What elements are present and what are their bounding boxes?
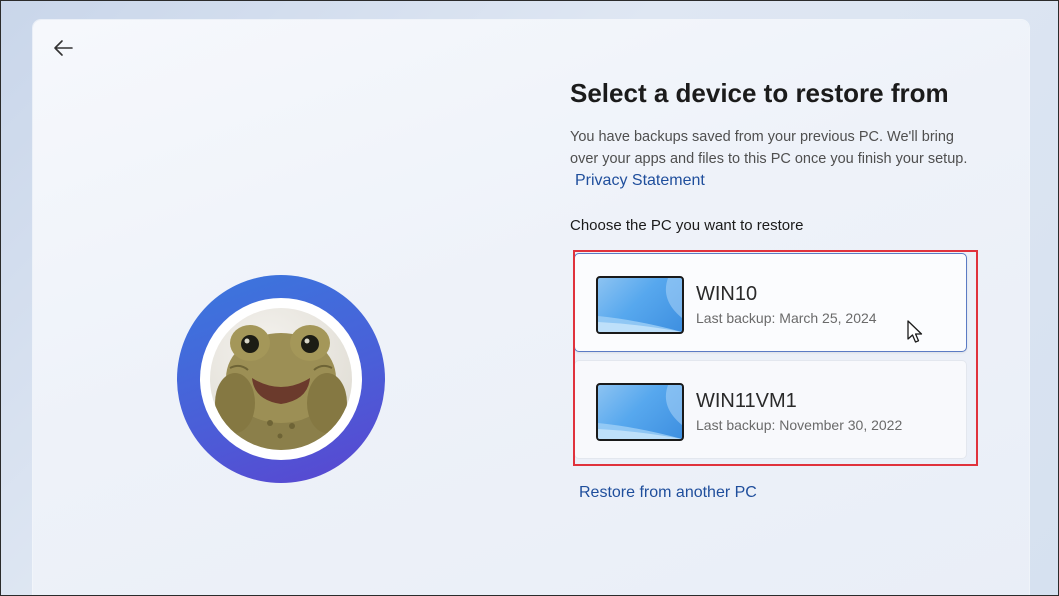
back-button[interactable] [47,34,79,62]
page-title: Select a device to restore from [570,78,949,108]
arrow-left-icon [54,40,73,56]
description-text: You have backups saved from your previou… [570,126,970,192]
device-name: WIN11VM1 [696,390,797,412]
privacy-statement-link[interactable]: Privacy Statement [575,172,705,189]
avatar-photo [210,308,352,450]
description-body: You have backups saved from your previou… [570,129,968,167]
device-last-backup: Last backup: November 30, 2022 [696,417,903,433]
device-name: WIN10 [696,283,758,305]
pc-desktop-icon [596,383,684,441]
choose-pc-label: Choose the PC you want to restore [570,217,804,234]
frog-plush-image [215,325,347,450]
device-option-win11vm1[interactable]: WIN11VM1 Last backup: November 30, 2022 [574,360,967,459]
device-last-backup: Last backup: March 25, 2024 [696,310,877,326]
pc-desktop-icon [596,276,684,334]
mouse-pointer-icon [907,320,923,343]
restore-from-another-pc-link[interactable]: Restore from another PC [579,484,757,502]
avatar [177,275,385,483]
